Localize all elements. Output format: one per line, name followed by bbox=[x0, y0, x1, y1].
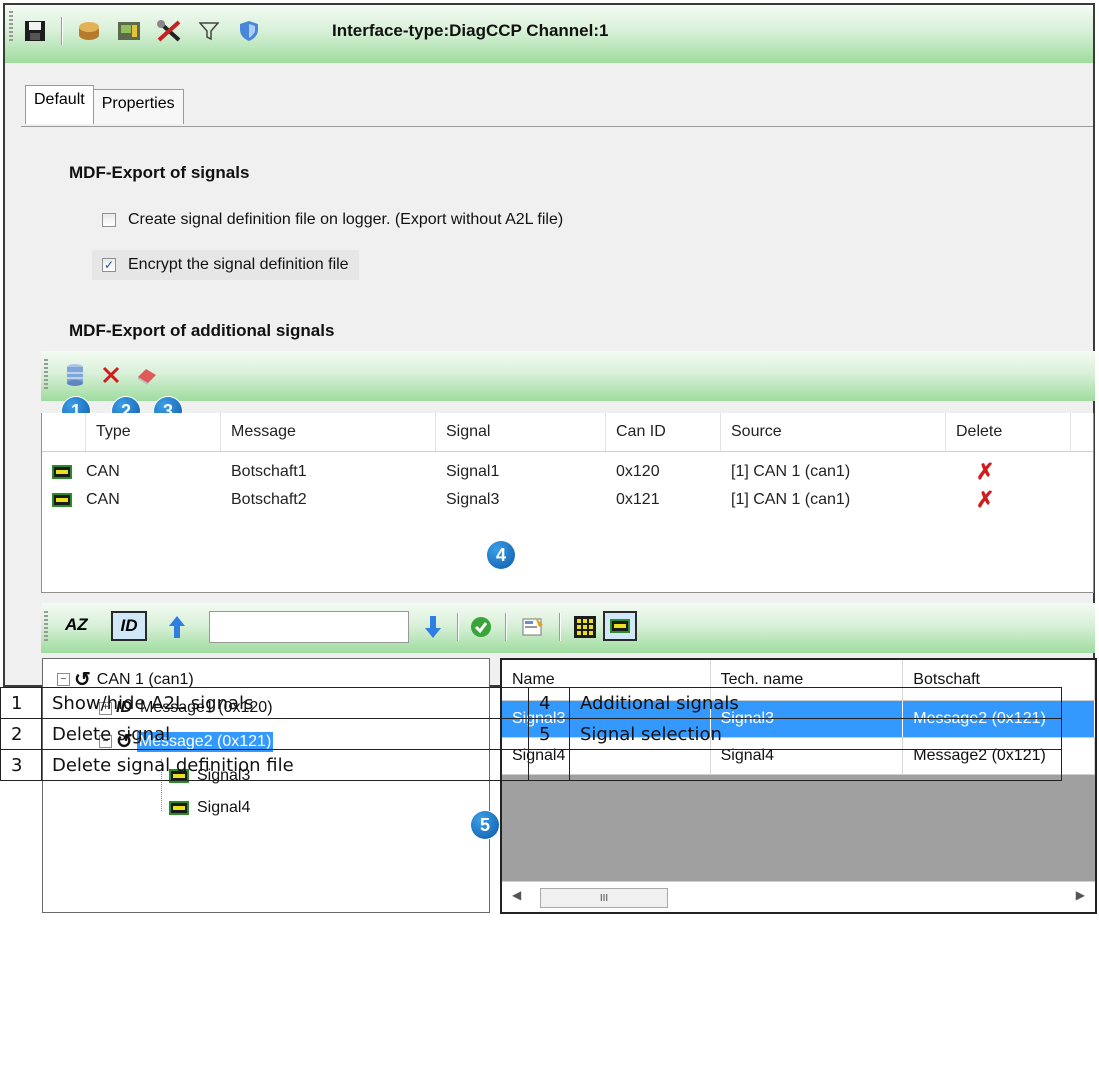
legend-number: 4 bbox=[528, 687, 570, 719]
eraser-icon[interactable] bbox=[133, 361, 161, 389]
toolbar-grip[interactable] bbox=[44, 611, 48, 643]
scroll-right-icon[interactable]: ▶ bbox=[1076, 888, 1085, 902]
legend-text: Delete signal definition file bbox=[41, 749, 529, 781]
scroll-left-icon[interactable]: ◀ bbox=[512, 888, 521, 902]
callout-badge-5: 5 bbox=[471, 811, 499, 839]
scrollbar-thumb[interactable]: III bbox=[540, 888, 668, 908]
cell-type: CAN bbox=[86, 491, 120, 508]
column-header-can-id[interactable]: Can ID bbox=[606, 413, 721, 451]
collapse-icon[interactable]: − bbox=[57, 673, 70, 686]
additional-signals-grid: Type Message Signal Can ID Source Delete… bbox=[41, 413, 1094, 593]
tree-node-label: CAN 1 (can1) bbox=[96, 670, 194, 688]
cell-signal: Signal3 bbox=[446, 491, 500, 508]
legend-row: 1 Show/hide A2L signals 4 Additional sig… bbox=[0, 687, 1062, 719]
tab-properties[interactable]: Properties bbox=[92, 89, 184, 124]
cell-source: [1] CAN 1 (can1) bbox=[731, 491, 851, 508]
cell-type: CAN bbox=[86, 463, 120, 480]
signal-selection-toolbar: AZ ID bbox=[41, 603, 1095, 653]
tools-icon[interactable] bbox=[155, 17, 183, 45]
legend-row: 3 Delete signal definition file bbox=[0, 749, 1062, 781]
can-type-icon bbox=[42, 486, 86, 514]
legend-row: 2 Delete signal 5 Signal selection bbox=[0, 718, 1062, 750]
delete-x-icon[interactable] bbox=[97, 361, 125, 389]
toolbar-separator bbox=[505, 613, 507, 641]
arrow-up-icon[interactable] bbox=[163, 613, 191, 641]
grid-header: Type Message Signal Can ID Source Delete bbox=[42, 413, 1093, 452]
legend-text bbox=[569, 749, 1062, 781]
check-icon[interactable] bbox=[467, 613, 495, 641]
column-header-source[interactable]: Source bbox=[721, 413, 946, 451]
legend-number: 3 bbox=[0, 749, 42, 781]
create-definition-option[interactable]: Create signal definition file on logger.… bbox=[102, 211, 563, 229]
legend-number: 5 bbox=[528, 718, 570, 750]
toolbar-separator bbox=[61, 17, 63, 45]
callout-legend: 1 Show/hide A2L signals 4 Additional sig… bbox=[0, 687, 1062, 781]
legend-text: Additional signals bbox=[569, 687, 1062, 719]
toolbar-separator bbox=[457, 613, 459, 641]
shield-icon[interactable] bbox=[235, 17, 263, 45]
package-icon[interactable] bbox=[75, 17, 103, 45]
can-message-toggle-icon[interactable] bbox=[603, 611, 637, 641]
search-input[interactable] bbox=[209, 611, 409, 643]
cell-source: [1] CAN 1 (can1) bbox=[731, 463, 851, 480]
legend-text: Show/hide A2L signals bbox=[41, 687, 529, 719]
row-header-cell bbox=[42, 413, 86, 451]
delete-row-icon[interactable]: ✗ bbox=[946, 486, 1071, 514]
table-row[interactable]: CAN Botschaft1 Signal1 0x120 [1] CAN 1 (… bbox=[42, 458, 1093, 486]
legend-number bbox=[528, 749, 570, 781]
additional-signals-toolbar bbox=[41, 351, 1095, 401]
horizontal-scrollbar[interactable]: ◀ III ▶ bbox=[502, 881, 1095, 912]
cell-signal: Signal1 bbox=[446, 463, 500, 480]
cell-message: Botschaft2 bbox=[231, 491, 307, 508]
encrypt-definition-label: Encrypt the signal definition file bbox=[128, 256, 349, 273]
tree-node-label: Signal4 bbox=[197, 799, 251, 816]
main-toolbar: Interface-type:DiagCCP Channel:1 bbox=[5, 5, 1093, 63]
arrow-down-icon[interactable] bbox=[419, 613, 447, 641]
tab-panel-border bbox=[21, 126, 1093, 129]
toolbar-separator bbox=[559, 613, 561, 641]
id-toggle-button[interactable]: ID bbox=[111, 611, 147, 641]
legend-text: Signal selection bbox=[569, 718, 1062, 750]
window-title: Interface-type:DiagCCP Channel:1 bbox=[332, 21, 609, 40]
callout-badge-4: 4 bbox=[487, 541, 515, 569]
column-header-delete[interactable]: Delete bbox=[946, 413, 1071, 451]
matrix-icon[interactable] bbox=[571, 613, 599, 641]
app-window: Interface-type:DiagCCP Channel:1 Default… bbox=[3, 3, 1097, 914]
device-icon[interactable] bbox=[115, 17, 143, 45]
create-definition-checkbox[interactable] bbox=[102, 213, 116, 227]
delete-row-icon[interactable]: ✗ bbox=[946, 458, 1071, 486]
column-header-signal[interactable]: Signal bbox=[436, 413, 606, 451]
save-icon[interactable] bbox=[21, 17, 49, 45]
toolbar-grip[interactable] bbox=[44, 359, 48, 391]
legend-number: 2 bbox=[0, 718, 42, 750]
column-header-message[interactable]: Message bbox=[221, 413, 436, 451]
filter-icon[interactable] bbox=[195, 17, 223, 45]
table-row[interactable]: CAN Botschaft2 Signal3 0x121 [1] CAN 1 (… bbox=[42, 486, 1093, 514]
mdf-export-heading: MDF-Export of signals bbox=[69, 163, 250, 182]
sort-az-icon[interactable]: AZ bbox=[65, 615, 88, 635]
database-icon[interactable] bbox=[61, 361, 89, 389]
create-definition-label: Create signal definition file on logger.… bbox=[128, 211, 564, 228]
legend-number: 1 bbox=[0, 687, 42, 719]
legend-text: Delete signal bbox=[41, 718, 529, 750]
can-type-icon bbox=[42, 458, 86, 486]
tree-node-signal4[interactable]: Signal4 bbox=[169, 799, 250, 817]
properties-icon[interactable] bbox=[519, 613, 547, 641]
toolbar-grip[interactable] bbox=[9, 11, 13, 43]
cell-can-id: 0x120 bbox=[616, 463, 660, 480]
encrypt-definition-option[interactable]: ✓ Encrypt the signal definition file bbox=[92, 250, 359, 280]
encrypt-definition-checkbox[interactable]: ✓ bbox=[102, 258, 116, 272]
can-signal-icon bbox=[169, 801, 189, 815]
column-header-type[interactable]: Type bbox=[86, 413, 221, 451]
cell-can-id: 0x121 bbox=[616, 491, 660, 508]
additional-signals-heading: MDF-Export of additional signals bbox=[69, 321, 335, 340]
tab-strip: Default Properties bbox=[25, 85, 184, 124]
cell-message: Botschaft1 bbox=[231, 463, 307, 480]
tab-default[interactable]: Default bbox=[25, 85, 94, 124]
